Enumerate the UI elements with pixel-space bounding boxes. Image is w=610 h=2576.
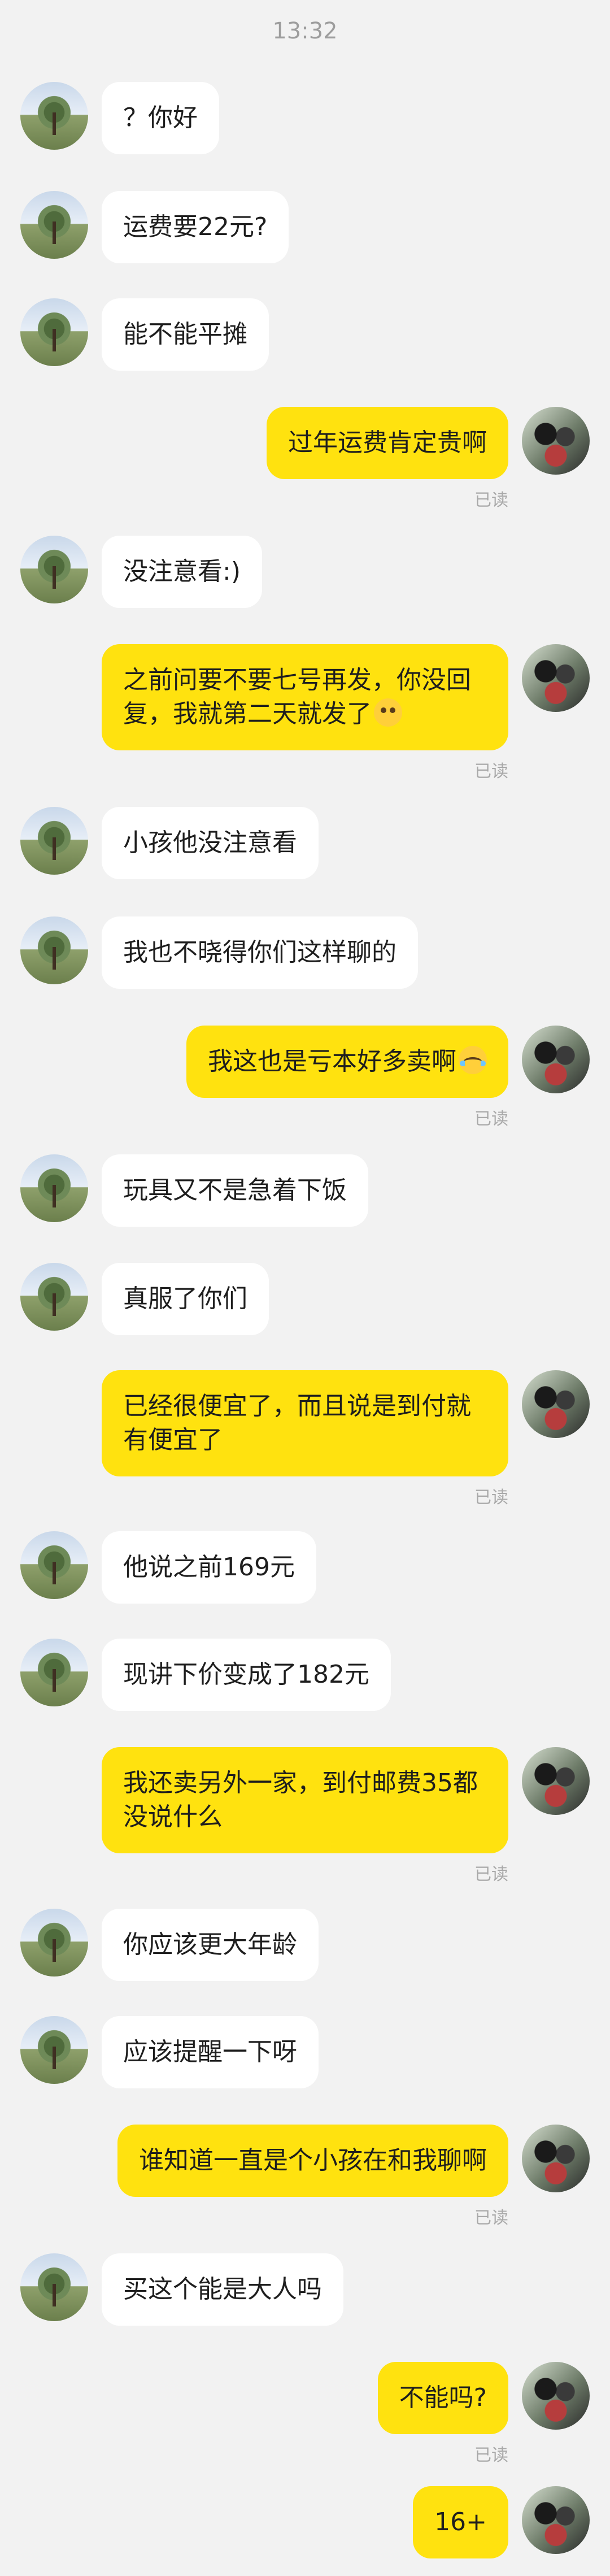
message-bubble[interactable]: 过年运费肯定贵啊 bbox=[267, 407, 508, 479]
message-bubble[interactable]: 买这个能是大人吗 bbox=[102, 2253, 343, 2326]
flushed-face-emoji bbox=[374, 698, 402, 727]
crying-face-emoji bbox=[459, 1046, 487, 1074]
contact-avatar[interactable] bbox=[20, 2253, 88, 2321]
contact-avatar[interactable] bbox=[20, 1154, 88, 1222]
message-bubble[interactable]: 之前问要不要七号再发，你没回复，我就第二天就发了 bbox=[102, 644, 508, 750]
my-avatar[interactable] bbox=[522, 2486, 590, 2554]
contact-avatar[interactable] bbox=[20, 1639, 88, 1706]
message-bubble[interactable]: 不能吗? bbox=[377, 2362, 508, 2434]
contact-avatar[interactable] bbox=[20, 1531, 88, 1599]
message-bubble[interactable]: 应该提醒一下呀 bbox=[102, 2016, 319, 2088]
contact-avatar[interactable] bbox=[20, 2016, 88, 2084]
my-avatar[interactable] bbox=[522, 2362, 590, 2430]
contact-avatar[interactable] bbox=[20, 1263, 88, 1331]
my-avatar[interactable] bbox=[522, 644, 590, 712]
message-bubble[interactable]: 你应该更大年龄 bbox=[102, 1909, 319, 1981]
message-bubble[interactable]: 小孩他没注意看 bbox=[102, 807, 319, 879]
message-bubble[interactable]: 真服了你们 bbox=[102, 1263, 269, 1335]
read-receipt: 已读 bbox=[474, 2208, 508, 2228]
message-bubble[interactable]: 没注意看:) bbox=[102, 536, 262, 608]
my-avatar[interactable] bbox=[522, 407, 590, 475]
contact-avatar[interactable] bbox=[20, 807, 88, 875]
read-receipt: 已读 bbox=[474, 1865, 508, 1884]
read-receipt: 已读 bbox=[474, 2445, 508, 2465]
contact-avatar[interactable] bbox=[20, 536, 88, 603]
contact-avatar[interactable] bbox=[20, 191, 88, 259]
message-bubble[interactable]: 谁知道一直是个小孩在和我聊啊 bbox=[117, 2125, 508, 2197]
contact-avatar[interactable] bbox=[20, 82, 88, 150]
timestamp: 13:32 bbox=[272, 18, 338, 44]
message-bubble[interactable]: 能不能平摊 bbox=[102, 298, 269, 371]
read-receipt: 已读 bbox=[474, 1109, 508, 1129]
my-avatar[interactable] bbox=[522, 1747, 590, 1815]
message-bubble[interactable]: 我还卖另外一家，到付邮费35都没说什么 bbox=[102, 1747, 508, 1853]
message-bubble[interactable]: 玩具又不是急着下饭 bbox=[102, 1154, 368, 1227]
message-bubble[interactable]: 现讲下价变成了182元 bbox=[102, 1639, 391, 1711]
message-bubble[interactable]: ？你好 bbox=[102, 82, 219, 154]
contact-avatar[interactable] bbox=[20, 1909, 88, 1976]
read-receipt: 已读 bbox=[474, 1488, 508, 1508]
read-receipt: 已读 bbox=[474, 762, 508, 781]
read-receipt: 已读 bbox=[474, 490, 508, 510]
message-bubble[interactable]: 我也不晓得你们这样聊的 bbox=[102, 916, 418, 989]
message-bubble[interactable]: 已经很便宜了，而且说是到付就有便宜了 bbox=[102, 1370, 508, 1476]
message-bubble[interactable]: 他说之前169元 bbox=[102, 1531, 316, 1604]
message-bubble[interactable]: 我这也是亏本好多卖啊 bbox=[186, 1026, 508, 1098]
message-text: 我这也是亏本好多卖啊 bbox=[208, 1047, 456, 1076]
my-avatar[interactable] bbox=[522, 2125, 590, 2192]
contact-avatar[interactable] bbox=[20, 916, 88, 984]
my-avatar[interactable] bbox=[522, 1026, 590, 1093]
my-avatar[interactable] bbox=[522, 1370, 590, 1438]
message-text: 之前问要不要七号再发，你没回复，我就第二天就发了 bbox=[123, 666, 471, 728]
message-bubble[interactable]: 16+ bbox=[413, 2486, 508, 2558]
contact-avatar[interactable] bbox=[20, 298, 88, 366]
message-bubble[interactable]: 运费要22元? bbox=[102, 191, 289, 263]
